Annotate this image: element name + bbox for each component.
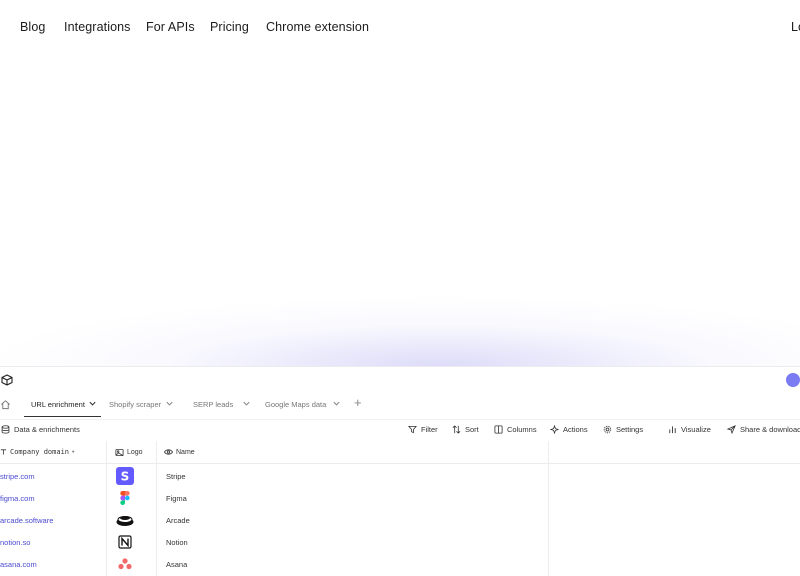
stripe-logo-icon: S (116, 467, 134, 485)
chevron-down-icon[interactable] (88, 399, 97, 408)
nav-link-chrome-extension[interactable]: Chrome extension (266, 20, 369, 34)
sparkle-icon (550, 425, 559, 434)
database-icon (1, 425, 10, 434)
domain-cell[interactable]: stripe.com (0, 472, 35, 481)
column-header-domain[interactable]: Company domain • (0, 441, 74, 463)
actions-button[interactable]: Actions (550, 425, 588, 434)
gear-icon (603, 425, 612, 434)
tab-serp-leads[interactable]: SERP leads (193, 400, 233, 409)
eye-icon (164, 449, 173, 455)
app-top-bar (0, 367, 800, 393)
column-label-name: Name (176, 448, 195, 456)
name-cell[interactable]: Asana (166, 560, 187, 569)
primary-key-marker: • (72, 448, 75, 456)
nav-link-blog[interactable]: Blog (20, 20, 45, 34)
nav-link-login[interactable]: Lo (791, 20, 800, 34)
sort-button[interactable]: Sort (452, 425, 479, 434)
column-label-logo: Logo (127, 448, 143, 456)
settings-button[interactable]: Settings (603, 425, 643, 434)
chevron-down-icon[interactable] (165, 399, 174, 408)
table-row[interactable]: arcade.software Arcade (0, 509, 800, 531)
visualize-label: Visualize (681, 425, 711, 434)
settings-label: Settings (616, 425, 644, 434)
data-table: Company domain • Logo Name stripe.com S … (0, 441, 800, 576)
cube-icon[interactable] (1, 374, 13, 386)
column-header-name[interactable]: Name (164, 441, 195, 463)
tab-url-enrichment[interactable]: URL enrichment (31, 400, 85, 409)
header-divider (0, 463, 800, 464)
columns-button[interactable]: Columns (494, 425, 537, 434)
domain-cell[interactable]: figma.com (0, 494, 35, 503)
hero-gradient (0, 56, 800, 366)
column-header-logo[interactable]: Logo (115, 441, 143, 463)
active-tab-indicator (24, 416, 101, 417)
nav-link-for-apis[interactable]: For APIs (146, 20, 195, 34)
actions-label: Actions (563, 425, 588, 434)
name-cell[interactable]: Arcade (166, 516, 190, 525)
domain-cell[interactable]: arcade.software (0, 516, 53, 525)
table-row[interactable]: asana.com Asana (0, 553, 800, 575)
tab-google-maps-data[interactable]: Google Maps data (265, 400, 326, 409)
name-cell[interactable]: Figma (166, 494, 187, 503)
domain-cell[interactable]: notion.so (0, 538, 30, 547)
app-preview: URL enrichment Shopify scraper SERP lead… (0, 366, 800, 576)
nav-link-pricing[interactable]: Pricing (210, 20, 249, 34)
top-navigation: Blog Integrations For APIs Pricing Chrom… (0, 0, 800, 56)
sort-icon (452, 425, 461, 434)
asana-logo-icon (116, 555, 134, 573)
nav-link-integrations[interactable]: Integrations (64, 20, 131, 34)
filter-icon (408, 425, 417, 434)
table-row[interactable]: stripe.com S Stripe (0, 465, 800, 487)
home-icon[interactable] (0, 399, 11, 410)
share-label: Share & download (740, 425, 800, 434)
filter-label: Filter (421, 425, 438, 434)
notion-logo-icon (116, 533, 134, 551)
sort-label: Sort (465, 425, 479, 434)
columns-label: Columns (507, 425, 537, 434)
text-type-icon (0, 449, 7, 455)
table-row[interactable]: figma.com Figma (0, 487, 800, 509)
share-download-button[interactable]: Share & download (727, 425, 800, 434)
tab-shopify-scraper[interactable]: Shopify scraper (109, 400, 161, 409)
add-tab-button[interactable]: + (354, 396, 362, 410)
domain-cell[interactable]: asana.com (0, 560, 37, 569)
svg-text:S: S (121, 470, 130, 484)
chevron-down-icon[interactable] (242, 399, 251, 408)
bar-chart-icon (669, 426, 676, 434)
toolbar: Data & enrichments Filter Sort Columns A… (0, 419, 800, 439)
arcade-logo-icon (116, 511, 134, 529)
table-row[interactable]: notion.so Notion (0, 531, 800, 553)
avatar[interactable] (786, 373, 800, 387)
data-enrichments-label: Data & enrichments (1, 425, 80, 434)
tab-bar: URL enrichment Shopify scraper SERP lead… (0, 395, 800, 417)
columns-icon (494, 425, 503, 434)
column-label-domain: Company domain (10, 448, 70, 456)
chevron-down-icon[interactable] (332, 399, 341, 408)
name-cell[interactable]: Stripe (166, 472, 186, 481)
filter-button[interactable]: Filter (408, 425, 438, 434)
figma-logo-icon (116, 489, 134, 507)
name-cell[interactable]: Notion (166, 538, 188, 547)
send-icon (727, 425, 736, 434)
image-icon (115, 448, 124, 456)
visualize-button[interactable]: Visualize (668, 425, 711, 434)
section-label: Data & enrichments (14, 425, 80, 434)
